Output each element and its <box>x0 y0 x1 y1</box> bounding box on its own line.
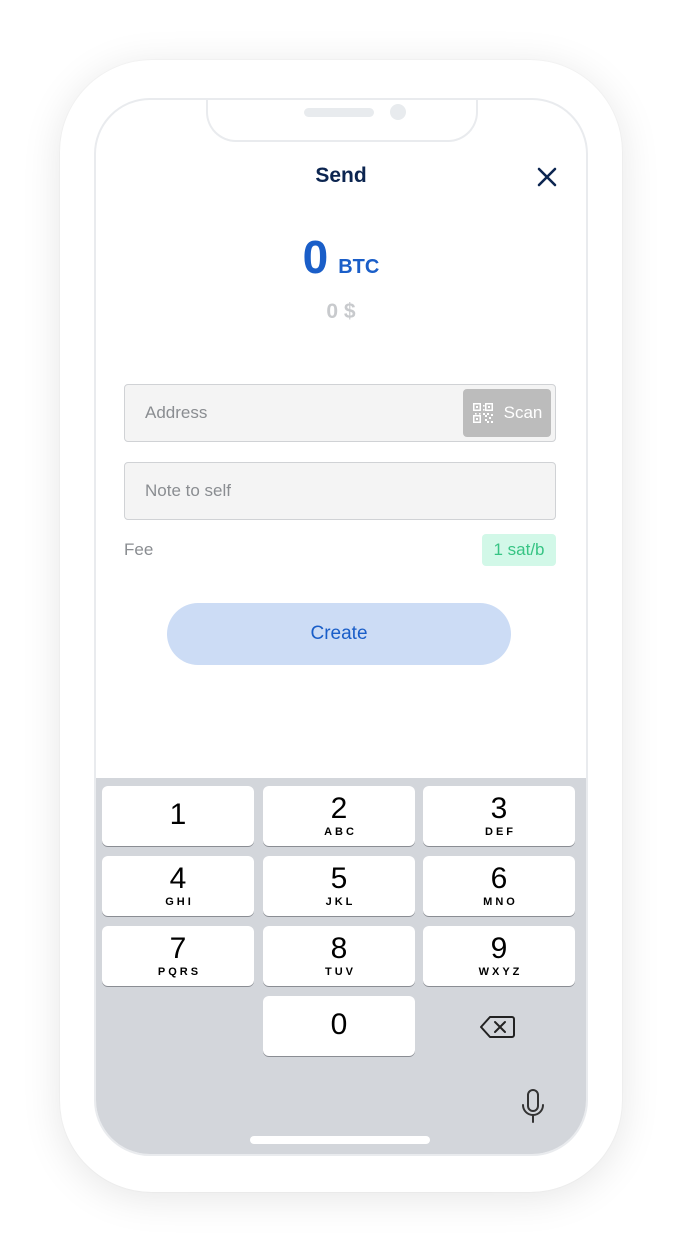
app-screen: Send 0 BTC 0 $ Address Scan Note to self… <box>94 98 588 1156</box>
fee-label: Fee <box>124 540 154 559</box>
key-3[interactable]: 3 DEF <box>423 786 575 846</box>
key-8[interactable]: 8 TUV <box>263 926 415 986</box>
key-digit: 3 <box>490 792 508 825</box>
key-5[interactable]: 5 JKL <box>263 856 415 916</box>
dictation-button[interactable] <box>520 1088 546 1126</box>
phone-frame: Send 0 BTC 0 $ Address Scan Note to self… <box>60 60 622 1192</box>
key-9[interactable]: 9 WXYZ <box>423 926 575 986</box>
key-letters: ABC <box>324 826 357 838</box>
close-icon <box>537 167 557 187</box>
key-letters: MNO <box>483 896 518 908</box>
key-digit: 6 <box>490 862 508 895</box>
key-4[interactable]: 4 GHI <box>102 856 254 916</box>
note-field <box>124 462 556 520</box>
key-digit: 1 <box>169 798 187 831</box>
amount-display: 0 BTC <box>96 230 586 284</box>
key-digit: 7 <box>169 932 187 965</box>
key-letters: TUV <box>325 966 356 978</box>
scan-label: Scan <box>503 403 543 422</box>
key-1[interactable]: 1 <box>102 786 254 846</box>
microphone-icon <box>522 1089 544 1123</box>
key-7[interactable]: 7 PQRS <box>102 926 254 986</box>
key-letters: GHI <box>165 896 194 908</box>
fee-rate-badge[interactable]: 1 sat/b <box>482 534 556 566</box>
close-button[interactable] <box>532 162 562 192</box>
amount-unit: BTC <box>338 256 380 278</box>
numeric-keypad: 1 2 ABC 3 DEF 4 GHI 5 JKL 6 MNO 7 PQRS 8… <box>96 778 586 1154</box>
home-indicator[interactable] <box>250 1136 430 1144</box>
front-camera <box>390 104 406 120</box>
key-letters: JKL <box>325 896 356 908</box>
amount-value: 0 <box>302 231 329 283</box>
address-input[interactable] <box>125 385 455 441</box>
address-field: Scan <box>124 384 556 442</box>
create-button[interactable]: Create <box>167 603 511 665</box>
key-0[interactable]: 0 <box>263 996 415 1056</box>
scan-button[interactable]: Scan <box>463 389 551 437</box>
note-input[interactable] <box>125 463 555 519</box>
key-letters: DEF <box>485 826 516 838</box>
key-6[interactable]: 6 MNO <box>423 856 575 916</box>
speaker <box>304 108 374 117</box>
fiat-amount: 0 $ <box>326 300 356 323</box>
notch <box>206 100 478 142</box>
key-digit: 8 <box>330 932 348 965</box>
key-letters: WXYZ <box>478 966 523 978</box>
key-digit: 4 <box>169 862 187 895</box>
key-digit: 9 <box>490 932 508 965</box>
backspace-icon <box>480 1016 515 1038</box>
key-digit: 0 <box>330 1008 348 1041</box>
key-2[interactable]: 2 ABC <box>263 786 415 846</box>
key-digit: 5 <box>330 862 348 895</box>
qr-code-icon <box>472 403 493 423</box>
backspace-button[interactable] <box>478 1012 518 1042</box>
key-letters: PQRS <box>157 966 202 978</box>
key-digit: 2 <box>330 792 348 825</box>
page-title: Send <box>315 164 367 187</box>
